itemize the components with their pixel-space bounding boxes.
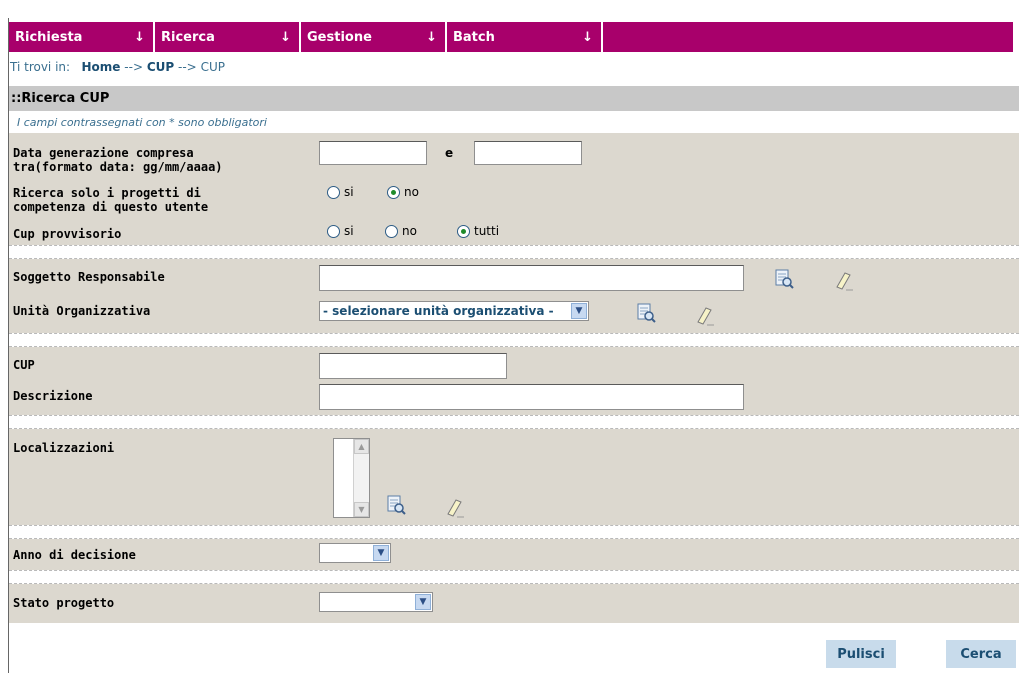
scroll-up-icon[interactable]: ▲: [354, 439, 369, 454]
section-divider: [9, 415, 1019, 429]
arrow-down-icon: ↓: [280, 29, 291, 45]
eraser-icon[interactable]: [833, 269, 855, 291]
competenza-label: Ricerca solo i progetti di competenza di…: [13, 186, 208, 214]
radio-circle: [327, 185, 340, 199]
menu-batch[interactable]: Batch ↓: [447, 22, 603, 52]
localizzazioni-label: Localizzazioni: [13, 441, 115, 455]
section-divider: [9, 245, 1019, 259]
breadcrumb-home-link[interactable]: Home: [82, 60, 121, 74]
chevron-down-icon: ▼: [373, 545, 389, 561]
stato-progetto-select[interactable]: ▼: [319, 592, 433, 612]
data-and-label: e: [445, 146, 454, 160]
scroll-down-icon[interactable]: ▼: [354, 502, 369, 517]
radio-label: no: [402, 224, 417, 238]
label-line: Ricerca solo i progetti di: [13, 186, 201, 200]
label-line: tra(formato data: gg/mm/aaaa): [13, 160, 223, 174]
radio-label: tutti: [474, 224, 500, 238]
radio-circle: [327, 224, 340, 238]
search-document-icon[interactable]: [773, 268, 795, 290]
label-line: Data generazione compresa: [13, 146, 194, 160]
menu-label: Ricerca: [161, 29, 215, 45]
arrow-down-icon: ↓: [582, 29, 593, 45]
cup-label: CUP: [13, 358, 35, 372]
menu-richiesta[interactable]: Richiesta ↓: [9, 22, 155, 52]
search-document-icon[interactable]: [635, 302, 657, 324]
menu-label: Gestione: [307, 29, 372, 45]
radio-label: si: [344, 224, 354, 238]
soggetto-responsabile-input[interactable]: [319, 265, 744, 291]
radio-circle: [385, 224, 398, 238]
breadcrumb-separator: -->: [124, 60, 143, 74]
search-form: Data generazione compresa tra(formato da…: [9, 133, 1019, 623]
listbox-scrollbar[interactable]: ▲ ▼: [353, 439, 369, 517]
competenza-no-radio[interactable]: no: [387, 185, 419, 199]
provvisorio-no-radio[interactable]: no: [385, 224, 417, 238]
radio-label: si: [344, 185, 354, 199]
section-divider: [9, 525, 1019, 539]
breadcrumb: Ti trovi in: Home --> CUP --> CUP: [10, 60, 225, 74]
anno-decisione-label: Anno di decisione: [13, 548, 136, 562]
cerca-button[interactable]: Cerca: [946, 640, 1016, 668]
radio-circle-selected: [387, 185, 400, 199]
stato-progetto-label: Stato progetto: [13, 596, 115, 610]
arrow-down-icon: ↓: [426, 29, 437, 45]
menu-label: Richiesta: [15, 29, 83, 45]
search-document-icon[interactable]: [385, 494, 407, 516]
anno-decisione-select[interactable]: ▼: [319, 543, 391, 563]
breadcrumb-cup-link[interactable]: CUP: [147, 60, 174, 74]
radio-circle-selected: [457, 224, 470, 238]
label-line: competenza di questo utente: [13, 200, 209, 214]
competenza-si-radio[interactable]: si: [327, 185, 354, 199]
localizzazioni-listbox[interactable]: ▲ ▼: [333, 438, 370, 518]
menu-label: Batch: [453, 29, 495, 45]
breadcrumb-prefix: Ti trovi in:: [10, 60, 71, 74]
radio-label: no: [404, 185, 419, 199]
soggetto-responsabile-label: Soggetto Responsabile: [13, 270, 165, 284]
unita-organizzativa-label: Unità Organizzativa: [13, 304, 151, 318]
page-title: ::Ricerca CUP: [9, 86, 1019, 111]
descrizione-label: Descrizione: [13, 389, 93, 403]
data-generazione-label: Data generazione compresa tra(formato da…: [13, 146, 223, 174]
provvisorio-si-radio[interactable]: si: [327, 224, 354, 238]
arrow-down-icon: ↓: [134, 29, 145, 45]
cup-provvisorio-label: Cup provvisorio: [13, 227, 122, 241]
breadcrumb-current: CUP: [200, 60, 225, 74]
data-from-input[interactable]: [319, 141, 427, 165]
breadcrumb-separator: -->: [178, 60, 197, 74]
chevron-down-icon: ▼: [571, 303, 587, 319]
pulisci-button[interactable]: Pulisci: [826, 640, 896, 668]
data-to-input[interactable]: [474, 141, 582, 165]
eraser-icon[interactable]: [694, 304, 716, 326]
select-value: - selezionare unità organizzativa -: [323, 304, 554, 318]
eraser-icon[interactable]: [444, 496, 466, 518]
required-fields-note: I campi contrassegnati con * sono obblig…: [9, 112, 1019, 132]
menu-filler: [603, 22, 1013, 52]
menu-gestione[interactable]: Gestione ↓: [301, 22, 447, 52]
main-menu: Richiesta ↓ Ricerca ↓ Gestione ↓ Batch ↓: [9, 22, 1013, 52]
chevron-down-icon: ▼: [415, 594, 431, 610]
provvisorio-tutti-radio[interactable]: tutti: [457, 224, 499, 238]
cup-input[interactable]: [319, 353, 507, 379]
descrizione-input[interactable]: [319, 384, 744, 410]
section-divider: [9, 570, 1019, 584]
menu-ricerca[interactable]: Ricerca ↓: [155, 22, 301, 52]
section-divider: [9, 333, 1019, 347]
unita-organizzativa-select[interactable]: - selezionare unità organizzativa - ▼: [319, 301, 589, 321]
